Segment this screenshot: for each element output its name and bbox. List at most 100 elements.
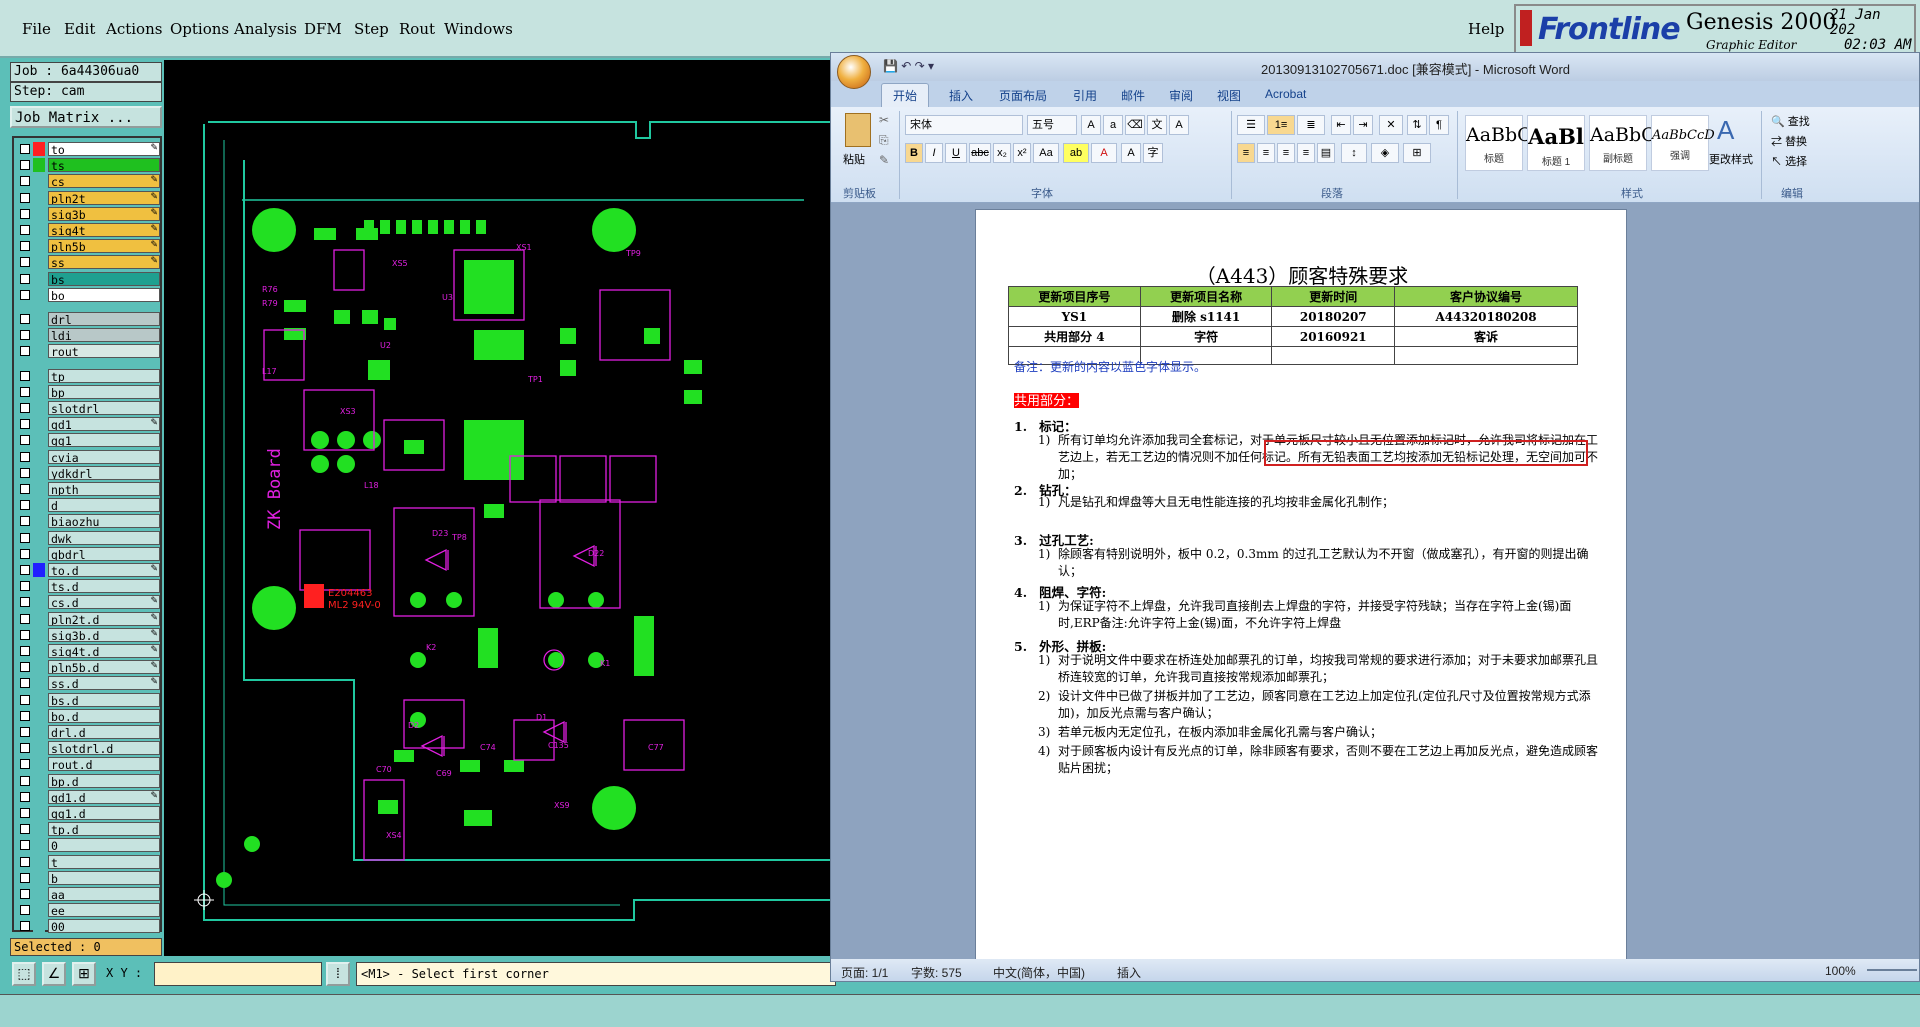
cut-icon[interactable]: ✂: [879, 113, 889, 127]
layer-row[interactable]: b: [16, 870, 161, 885]
layer-row[interactable]: sig4t.d ✎: [16, 644, 161, 658]
shading-icon[interactable]: ◈: [1371, 143, 1399, 163]
document-area[interactable]: （A443）顾客特殊要求 更新项目序号 更新项目名称 更新时间 客户协议编号 Y…: [831, 203, 1919, 969]
layer-name[interactable]: bp.d: [48, 773, 160, 788]
layer-row[interactable]: biaozhu: [16, 514, 161, 529]
layer-name[interactable]: ss: [48, 255, 160, 270]
layer-name[interactable]: bo.d: [48, 708, 160, 723]
layer-checkbox[interactable]: [20, 889, 30, 899]
menu-step[interactable]: Step: [354, 20, 389, 38]
layer-checkbox[interactable]: [20, 330, 30, 341]
change-styles-icon[interactable]: A: [1717, 115, 1734, 146]
layer-checkbox[interactable]: [20, 289, 30, 300]
layer-row[interactable]: ss ✎: [16, 255, 161, 270]
layer-row[interactable]: 00: [16, 919, 161, 934]
layer-name[interactable]: bs.d: [48, 692, 160, 707]
char-shading-icon[interactable]: A: [1121, 143, 1141, 163]
chinese-layout-icon[interactable]: ✕: [1379, 115, 1403, 135]
layer-row[interactable]: gg1.d: [16, 806, 161, 820]
borders-icon[interactable]: ⊞: [1403, 143, 1431, 163]
style-subtitle[interactable]: AaBbC 副标题: [1589, 115, 1656, 171]
layer-checkbox[interactable]: [20, 467, 30, 478]
grow-font-icon[interactable]: A: [1081, 115, 1101, 135]
layer-name[interactable]: bp: [48, 384, 160, 399]
layer-row[interactable]: ts: [16, 158, 161, 173]
underline-button[interactable]: U: [945, 143, 967, 163]
layer-checkbox[interactable]: [20, 662, 30, 673]
style-emphasis[interactable]: AaBbCcD 强调: [1651, 115, 1715, 171]
layer-row[interactable]: gd1.d ✎: [16, 789, 161, 804]
style-heading-1[interactable]: AaBl 标题 1: [1527, 115, 1585, 171]
layer-checkbox[interactable]: [20, 808, 30, 818]
layer-name[interactable]: gd1: [48, 417, 160, 432]
strikethrough-button[interactable]: abc: [969, 143, 991, 163]
layer-name[interactable]: 00: [48, 919, 160, 934]
copy-icon[interactable]: ⎘: [879, 133, 889, 148]
layer-checkbox[interactable]: [20, 435, 30, 446]
layer-row[interactable]: pln2t.d ✎: [16, 611, 161, 626]
layer-row[interactable]: rout: [16, 344, 161, 359]
layer-checkbox[interactable]: [20, 346, 30, 357]
quick-access-toolbar[interactable]: 💾 ↶ ↷ ▾: [883, 59, 934, 73]
layer-name[interactable]: npth: [48, 482, 160, 496]
layer-checkbox[interactable]: [20, 727, 30, 737]
replace-button[interactable]: ⇄ 替换: [1771, 133, 1807, 149]
layer-row[interactable]: bp.d: [16, 773, 161, 788]
layer-row[interactable]: gbdrl: [16, 546, 161, 561]
layer-name[interactable]: rout: [48, 344, 160, 359]
layer-checkbox[interactable]: [20, 176, 30, 187]
layer-name[interactable]: aa: [48, 887, 160, 901]
layer-name[interactable]: ldi: [48, 328, 160, 343]
layer-name[interactable]: sig3b: [48, 206, 160, 221]
layer-row[interactable]: cvia: [16, 449, 161, 464]
tab-home[interactable]: 开始: [893, 87, 917, 104]
layer-row[interactable]: npth: [16, 482, 161, 496]
layer-checkbox[interactable]: [20, 484, 30, 494]
numbering-icon[interactable]: 1≡: [1267, 115, 1295, 135]
menu-dfm[interactable]: DFM: [304, 20, 342, 38]
menu-help[interactable]: Help: [1468, 20, 1504, 38]
job-matrix-button[interactable]: Job Matrix ...: [10, 106, 162, 128]
layer-checkbox[interactable]: [20, 419, 30, 430]
layer-row[interactable]: bo: [16, 287, 161, 302]
menu-options[interactable]: Options: [170, 20, 229, 38]
tab-page-layout[interactable]: 页面布局: [999, 87, 1047, 104]
select-tool-icon[interactable]: ⬚: [12, 962, 36, 986]
measure-tool-icon[interactable]: ∠: [42, 962, 66, 986]
layer-checkbox[interactable]: [20, 629, 30, 640]
change-styles-label[interactable]: 更改样式: [1709, 151, 1753, 167]
layer-row[interactable]: gd1 ✎: [16, 417, 161, 432]
layer-name[interactable]: ts.d: [48, 579, 160, 594]
layer-name[interactable]: sig4t.d: [48, 644, 160, 658]
layer-checkbox[interactable]: [20, 314, 30, 324]
layer-checkbox[interactable]: [20, 840, 30, 851]
tab-acrobat[interactable]: Acrobat: [1265, 87, 1306, 101]
layer-row[interactable]: pln5b.d ✎: [16, 660, 161, 675]
bullets-icon[interactable]: ☰: [1237, 115, 1265, 135]
superscript-button[interactable]: x²: [1013, 143, 1031, 163]
layer-row[interactable]: sig3b.d ✎: [16, 627, 161, 642]
layer-name[interactable]: rout.d: [48, 757, 160, 772]
status-mode[interactable]: 插入: [1117, 964, 1141, 981]
layer-checkbox[interactable]: [20, 451, 30, 462]
layer-row[interactable]: ts.d: [16, 579, 161, 594]
tab-mailings[interactable]: 邮件: [1121, 87, 1145, 104]
layer-name[interactable]: bs: [48, 271, 160, 286]
layer-row[interactable]: tp: [16, 368, 161, 383]
layer-name[interactable]: d: [48, 498, 160, 513]
layer-row[interactable]: rout.d: [16, 757, 161, 772]
layer-row[interactable]: ldi: [16, 328, 161, 343]
layer-row[interactable]: bs: [16, 271, 161, 286]
layer-row[interactable]: cs ✎: [16, 174, 161, 189]
layer-row[interactable]: ydkdrl: [16, 465, 161, 480]
layer-name[interactable]: dwk: [48, 530, 160, 545]
layer-name[interactable]: pln5b: [48, 239, 160, 254]
layer-checkbox[interactable]: [20, 597, 30, 608]
menu-actions[interactable]: Actions: [106, 20, 162, 38]
layer-checkbox[interactable]: [20, 791, 30, 802]
layer-name[interactable]: tp.d: [48, 822, 160, 837]
layer-checkbox[interactable]: [20, 613, 30, 624]
layer-checkbox[interactable]: [20, 678, 30, 689]
layer-checkbox[interactable]: [20, 759, 30, 770]
format-painter-icon[interactable]: ✎: [879, 153, 889, 167]
